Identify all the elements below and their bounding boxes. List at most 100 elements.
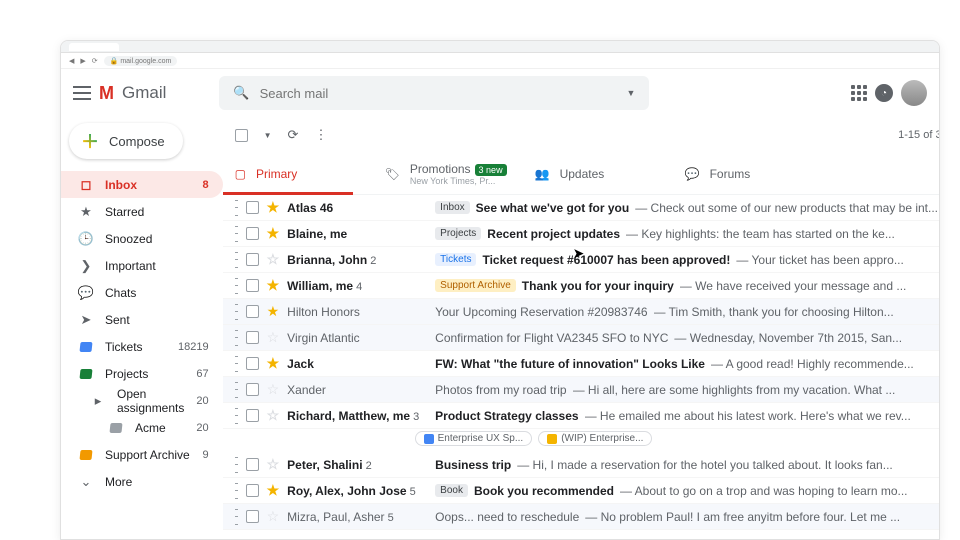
sidebar-item-projects[interactable]: Projects67: [61, 360, 223, 387]
email-subject: FW: What "the future of innovation" Look…: [435, 357, 705, 371]
drag-handle-icon[interactable]: [235, 483, 238, 499]
search-dropdown-icon[interactable]: ▼: [626, 88, 635, 98]
star-icon[interactable]: ☆: [267, 251, 280, 268]
row-checkbox[interactable]: [246, 409, 259, 422]
tab-primary[interactable]: ▢Primary: [223, 153, 373, 194]
star-icon[interactable]: ☆: [267, 456, 280, 473]
star-icon[interactable]: ★: [267, 355, 280, 372]
select-dropdown-icon[interactable]: ▼: [264, 131, 272, 140]
more-actions-icon[interactable]: ⋮: [314, 127, 327, 143]
tab-updates[interactable]: 👥Updates: [523, 153, 673, 194]
star-icon[interactable]: ☆: [267, 508, 280, 525]
main-menu-icon[interactable]: [73, 86, 91, 100]
tab-badge: 3 new: [475, 164, 507, 176]
nav-back-icon[interactable]: ◀: [69, 57, 74, 65]
star-icon[interactable]: ☆: [267, 329, 280, 346]
drag-handle-icon[interactable]: [235, 278, 238, 294]
row-checkbox[interactable]: [246, 484, 259, 497]
star-icon[interactable]: ☆: [267, 381, 280, 398]
url-field[interactable]: 🔒 mail.google.com: [104, 56, 178, 66]
row-checkbox[interactable]: [246, 253, 259, 266]
email-row[interactable]: ★JackFW: What "the future of innovation"…: [223, 351, 939, 377]
sidebar-item-acme[interactable]: Acme20: [61, 414, 223, 441]
star-icon[interactable]: ★: [267, 199, 280, 216]
sidebar-item-inbox[interactable]: ◻Inbox8: [61, 171, 223, 198]
drag-handle-icon[interactable]: [235, 509, 238, 525]
drag-handle-icon[interactable]: [235, 457, 238, 473]
row-checkbox[interactable]: [246, 383, 259, 396]
star-icon[interactable]: ★: [267, 225, 280, 242]
search-box[interactable]: 🔍 ▼: [219, 76, 649, 110]
email-row[interactable]: ★Atlas 46InboxSee what we've got for you…: [223, 195, 939, 221]
email-row[interactable]: ★Roy, Alex, John Jose 5BookBook you reco…: [223, 478, 939, 504]
drag-handle-icon[interactable]: [235, 408, 238, 424]
label-icon: [79, 450, 93, 460]
drag-handle-icon[interactable]: [235, 226, 238, 242]
tab-icon: ▢: [235, 167, 246, 181]
star-icon[interactable]: ★: [267, 277, 280, 294]
row-checkbox[interactable]: [246, 227, 259, 240]
sidebar-item-important[interactable]: ❯Important: [61, 252, 223, 279]
star-icon[interactable]: ★: [267, 482, 280, 499]
email-row[interactable]: ★Blaine, meProjectsRecent project update…: [223, 221, 939, 247]
email-row[interactable]: ☆XanderPhotos from my road trip — Hi all…: [223, 377, 939, 403]
label-chip[interactable]: Inbox: [435, 201, 469, 214]
sidebar-item-more[interactable]: ⌄More: [61, 468, 223, 495]
row-checkbox[interactable]: [246, 357, 259, 370]
drag-handle-icon[interactable]: [235, 304, 238, 320]
email-row[interactable]: ☆Peter, Shalini 2Business trip — Hi, I m…: [223, 452, 939, 478]
row-checkbox[interactable]: [246, 331, 259, 344]
email-row[interactable]: ☆Mizra, Paul, Asher 5Oops... need to res…: [223, 504, 939, 530]
label-chip[interactable]: Book: [435, 484, 468, 497]
star-icon[interactable]: ☆: [267, 407, 280, 424]
row-checkbox[interactable]: [246, 305, 259, 318]
browser-tab[interactable]: [69, 43, 119, 51]
sidebar-item-snoozed[interactable]: 🕒Snoozed: [61, 225, 223, 252]
sidebar-item-starred[interactable]: ★Starred: [61, 198, 223, 225]
sidebar-label: Support Archive: [105, 448, 190, 462]
notifications-icon[interactable]: ◔: [875, 84, 893, 102]
tab-forums[interactable]: 💬Forums: [673, 153, 823, 194]
drag-handle-icon[interactable]: [235, 200, 238, 216]
email-row[interactable]: ☆Brianna, John 2TicketsTicket request #6…: [223, 247, 939, 273]
search-input[interactable]: [260, 86, 617, 101]
sidebar-item-support-archive[interactable]: Support Archive9: [61, 441, 223, 468]
nav-reload-icon[interactable]: ⟳: [92, 57, 98, 65]
row-checkbox[interactable]: [246, 279, 259, 292]
refresh-icon[interactable]: ⟳: [288, 127, 299, 143]
label-chip[interactable]: Support Archive: [435, 279, 516, 292]
email-row[interactable]: ★Hilton HonorsYour Upcoming Reservation …: [223, 299, 939, 325]
email-row[interactable]: ☆Richard, Matthew, me 3Product Strategy …: [223, 403, 939, 429]
email-content: Oops... need to reschedule — No problem …: [435, 510, 938, 524]
attachment-row: Enterprise UX Sp... (WIP) Enterprise...: [223, 429, 939, 452]
label-chip[interactable]: Tickets: [435, 253, 476, 266]
sidebar-item-chats[interactable]: 💬Chats: [61, 279, 223, 306]
label-chip[interactable]: Projects: [435, 227, 481, 240]
email-snippet: — Tim Smith, thank you for choosing Hilt…: [654, 305, 894, 319]
drag-handle-icon[interactable]: [235, 330, 238, 346]
email-snippet: — Wednesday, November 7th 2015, San...: [674, 331, 902, 345]
google-apps-icon[interactable]: [851, 85, 867, 101]
account-avatar[interactable]: [901, 80, 927, 106]
row-checkbox[interactable]: [246, 458, 259, 471]
attachment-chip[interactable]: Enterprise UX Sp...: [415, 431, 533, 446]
compose-button[interactable]: ＋ Compose: [69, 123, 183, 159]
sidebar-item-open-assignments[interactable]: ▸Open assignments20: [61, 387, 223, 414]
drag-handle-icon[interactable]: [235, 252, 238, 268]
browser-address-bar[interactable]: ◀ ▶ ⟳ 🔒 mail.google.com: [61, 53, 939, 69]
drag-handle-icon[interactable]: [235, 356, 238, 372]
tab-promotions[interactable]: 🏷Promotions3 newNew York Times, Pr...: [373, 153, 523, 194]
row-checkbox[interactable]: [246, 510, 259, 523]
email-row[interactable]: ☆Virgin AtlanticConfirmation for Flight …: [223, 325, 939, 351]
row-checkbox[interactable]: [246, 201, 259, 214]
star-icon[interactable]: ★: [267, 303, 280, 320]
sidebar-item-sent[interactable]: ➤Sent: [61, 306, 223, 333]
nav-forward-icon[interactable]: ▶: [80, 57, 85, 65]
email-snippet: — Key highlights: the team has started o…: [626, 227, 895, 241]
drag-handle-icon[interactable]: [235, 382, 238, 398]
select-all-checkbox[interactable]: [235, 129, 248, 142]
sidebar-item-tickets[interactable]: Tickets18219: [61, 333, 223, 360]
email-row[interactable]: ★William, me 4Support ArchiveThank you f…: [223, 273, 939, 299]
attachment-chip[interactable]: (WIP) Enterprise...: [538, 431, 652, 446]
email-snippet: — Your ticket has been appro...: [736, 253, 903, 267]
